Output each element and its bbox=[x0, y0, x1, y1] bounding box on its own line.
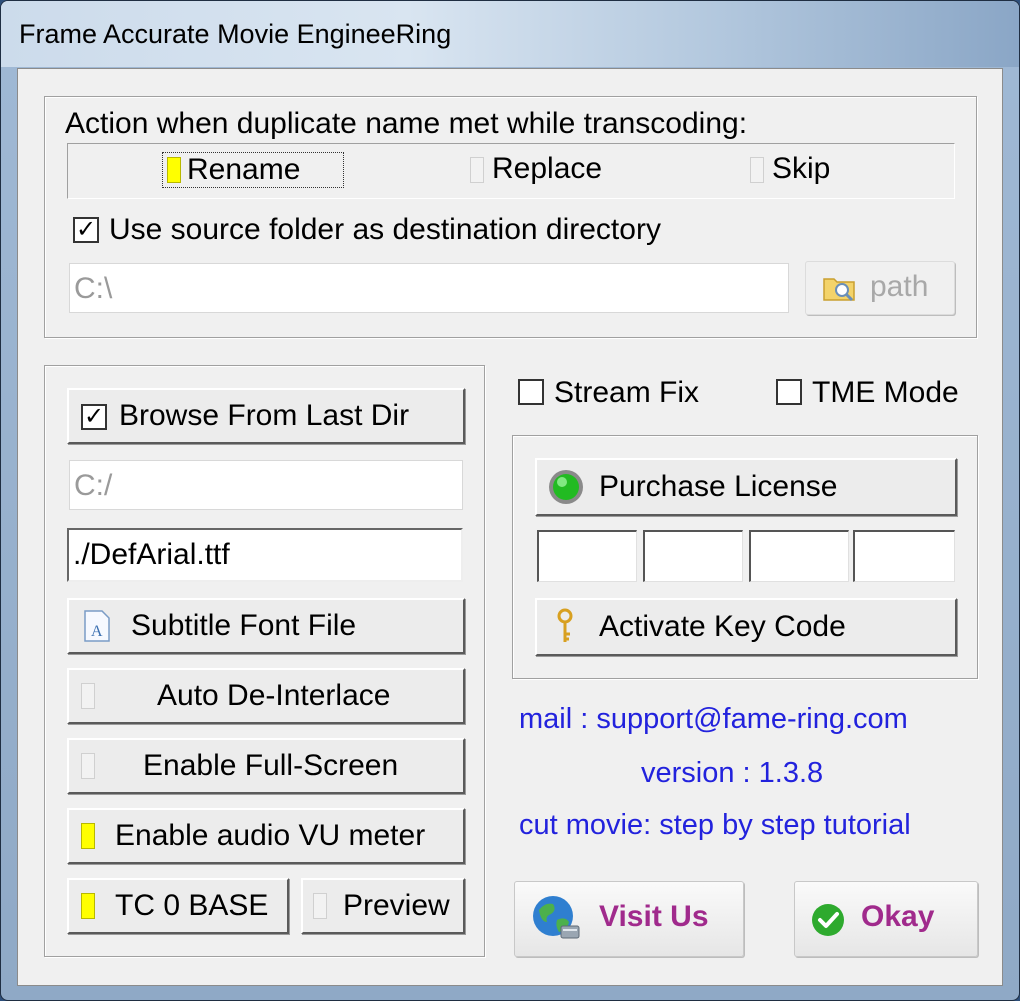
tme-mode-checkbox[interactable]: TME Mode bbox=[776, 373, 986, 413]
rename-indicator bbox=[167, 157, 181, 183]
license-group: Purchase License Activate Key Code bbox=[512, 435, 978, 679]
key-code-field-2[interactable] bbox=[643, 530, 743, 582]
option-skip[interactable]: Skip bbox=[748, 152, 858, 188]
visit-us-label: Visit Us bbox=[599, 900, 709, 933]
tc-zero-base-indicator bbox=[81, 893, 95, 919]
replace-indicator bbox=[470, 157, 484, 183]
destination-path-input[interactable]: C:\ bbox=[69, 263, 789, 313]
auto-deinterlace-indicator bbox=[81, 683, 95, 709]
skip-label: Skip bbox=[772, 152, 831, 185]
vu-meter-indicator bbox=[81, 823, 95, 849]
version-text: version : 1.3.8 bbox=[641, 757, 824, 789]
auto-deinterlace-toggle[interactable]: Auto De-Interlace bbox=[67, 668, 465, 724]
browse-from-last-dir-check-icon: ✓ bbox=[81, 404, 107, 430]
duplicate-action-group: Action when duplicate name met while tra… bbox=[44, 96, 977, 338]
option-rename[interactable]: Rename bbox=[162, 152, 344, 188]
enable-vu-meter-toggle[interactable]: Enable audio VU meter bbox=[67, 808, 465, 864]
left-options-group: ✓ Browse From Last Dir C:/ ./DefArial.tt… bbox=[44, 365, 485, 957]
globe-icon bbox=[533, 896, 580, 939]
tc-zero-base-label: TC 0 BASE bbox=[115, 889, 269, 922]
path-button[interactable]: path bbox=[805, 261, 955, 315]
visit-us-button[interactable]: Visit Us bbox=[514, 881, 744, 957]
green-status-icon bbox=[549, 470, 583, 504]
okay-label: Okay bbox=[861, 900, 935, 933]
purchase-license-label: Purchase License bbox=[599, 470, 838, 503]
replace-label: Replace bbox=[492, 152, 603, 185]
subtitle-font-file-button[interactable]: A Subtitle Font File bbox=[67, 598, 465, 654]
browse-from-last-dir-button[interactable]: ✓ Browse From Last Dir bbox=[67, 388, 465, 444]
browse-dir-input[interactable]: C:/ bbox=[69, 460, 463, 510]
preview-toggle[interactable]: Preview bbox=[301, 878, 465, 934]
stream-fix-check-icon bbox=[518, 379, 544, 405]
auto-deinterlace-label: Auto De-Interlace bbox=[157, 679, 391, 712]
dialog-client-area: Action when duplicate name met while tra… bbox=[17, 68, 1003, 986]
subtitle-font-path-input[interactable]: ./DefArial.ttf bbox=[67, 528, 463, 582]
stream-fix-checkbox[interactable]: Stream Fix bbox=[518, 373, 728, 413]
use-source-folder-checkbox[interactable]: ✓ Use source folder as destination direc… bbox=[73, 213, 753, 249]
skip-indicator bbox=[750, 157, 764, 183]
key-icon bbox=[557, 608, 573, 642]
tme-mode-check-icon bbox=[776, 379, 802, 405]
duplicate-options-bar: Rename Replace Skip bbox=[67, 143, 955, 199]
svg-text:A: A bbox=[91, 623, 103, 640]
window-title: Frame Accurate Movie EngineeRing bbox=[19, 19, 452, 49]
option-replace[interactable]: Replace bbox=[468, 152, 628, 188]
app-window: Frame Accurate Movie EngineeRing Action … bbox=[0, 0, 1020, 1001]
purchase-license-button[interactable]: Purchase License bbox=[535, 458, 957, 516]
full-screen-indicator bbox=[81, 753, 95, 779]
title-bar[interactable]: Frame Accurate Movie EngineeRing bbox=[1, 1, 1019, 67]
tc-zero-base-toggle[interactable]: TC 0 BASE bbox=[67, 878, 289, 934]
use-source-folder-label: Use source folder as destination directo… bbox=[109, 213, 661, 246]
preview-indicator bbox=[313, 893, 327, 919]
browse-from-last-dir-label: Browse From Last Dir bbox=[119, 399, 410, 432]
activate-key-code-button[interactable]: Activate Key Code bbox=[535, 598, 957, 656]
full-screen-label: Enable Full-Screen bbox=[143, 749, 399, 782]
key-code-field-3[interactable] bbox=[749, 530, 849, 582]
subtitle-font-file-label: Subtitle Font File bbox=[131, 609, 357, 642]
key-code-field-1[interactable] bbox=[537, 530, 637, 582]
tme-mode-label: TME Mode bbox=[812, 376, 959, 409]
support-mail-link[interactable]: mail : support@fame-ring.com bbox=[519, 703, 908, 736]
vu-meter-label: Enable audio VU meter bbox=[115, 819, 426, 852]
checkmark-icon bbox=[812, 904, 844, 936]
key-code-field-4[interactable] bbox=[853, 530, 955, 582]
stream-fix-label: Stream Fix bbox=[554, 376, 700, 409]
folder-search-icon bbox=[823, 278, 855, 302]
use-source-folder-check-icon: ✓ bbox=[73, 217, 99, 243]
okay-button[interactable]: Okay bbox=[794, 881, 978, 957]
enable-full-screen-toggle[interactable]: Enable Full-Screen bbox=[67, 738, 465, 794]
duplicate-action-heading: Action when duplicate name met while tra… bbox=[65, 107, 748, 140]
preview-label: Preview bbox=[343, 889, 450, 922]
path-button-label: path bbox=[870, 270, 929, 303]
activate-key-code-label: Activate Key Code bbox=[599, 610, 846, 643]
font-file-icon: A bbox=[84, 610, 110, 642]
rename-label: Rename bbox=[187, 153, 301, 186]
tutorial-link[interactable]: cut movie: step by step tutorial bbox=[519, 809, 911, 842]
